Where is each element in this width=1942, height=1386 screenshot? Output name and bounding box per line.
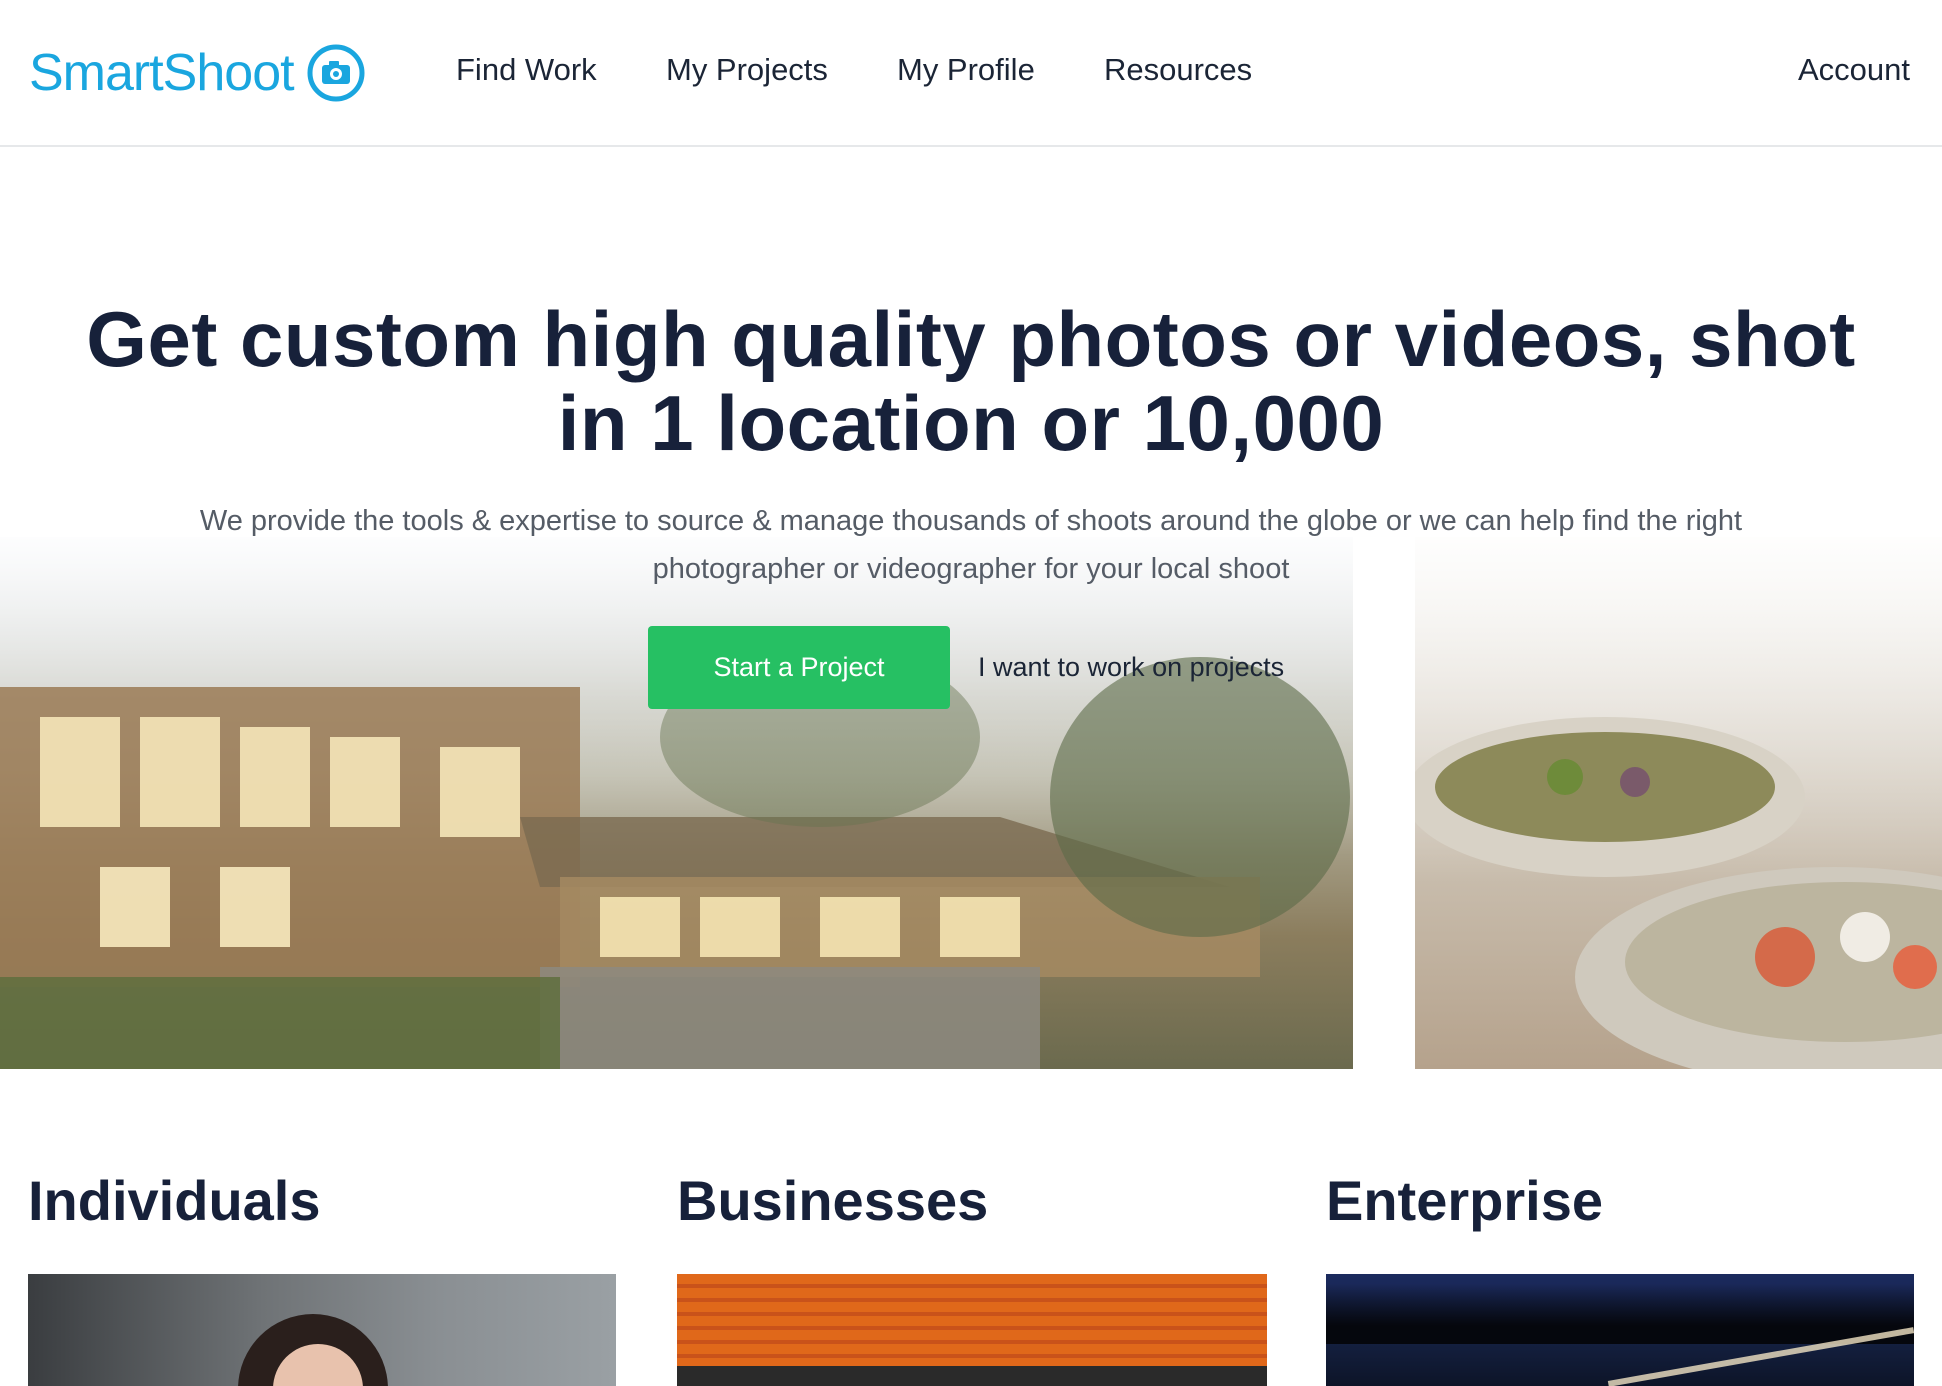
food-bowls-illustration <box>1415 717 1942 1069</box>
enterprise-photo[interactable] <box>1326 1274 1914 1386</box>
logo-wordmark: SmartShoot <box>29 44 295 102</box>
camera-icon <box>307 44 365 102</box>
nav-find-work[interactable]: Find Work <box>456 50 597 90</box>
nav-account[interactable]: Account <box>1798 50 1910 90</box>
segment-title-individuals: Individuals <box>28 1169 321 1232</box>
start-project-button[interactable]: Start a Project <box>648 626 950 709</box>
work-on-projects-link[interactable]: I want to work on projects <box>978 647 1284 687</box>
hero-section: Get custom high quality photos or videos… <box>0 147 1942 1069</box>
hero-food-photo <box>1415 537 1942 1069</box>
treeline-silhouette <box>1326 1284 1914 1344</box>
top-navigation: SmartShoot Find Work My Projects My Prof… <box>0 0 1942 147</box>
house-illustration <box>0 647 1350 1069</box>
hero-house-photo <box>0 537 1353 1069</box>
nav-my-projects[interactable]: My Projects <box>666 50 828 90</box>
segment-title-businesses: Businesses <box>677 1169 989 1232</box>
smartshoot-logo[interactable]: SmartShoot <box>29 38 366 108</box>
menu-board <box>677 1366 1267 1386</box>
nav-resources[interactable]: Resources <box>1104 50 1252 90</box>
nav-my-profile[interactable]: My Profile <box>897 50 1035 90</box>
businesses-photo[interactable] <box>677 1274 1267 1386</box>
hero-title: Get custom high quality photos or videos… <box>86 295 1856 467</box>
segment-title-enterprise: Enterprise <box>1326 1169 1603 1232</box>
hero-subtitle: We provide the tools & expertise to sour… <box>199 505 1743 585</box>
individuals-photo[interactable] <box>28 1274 616 1386</box>
